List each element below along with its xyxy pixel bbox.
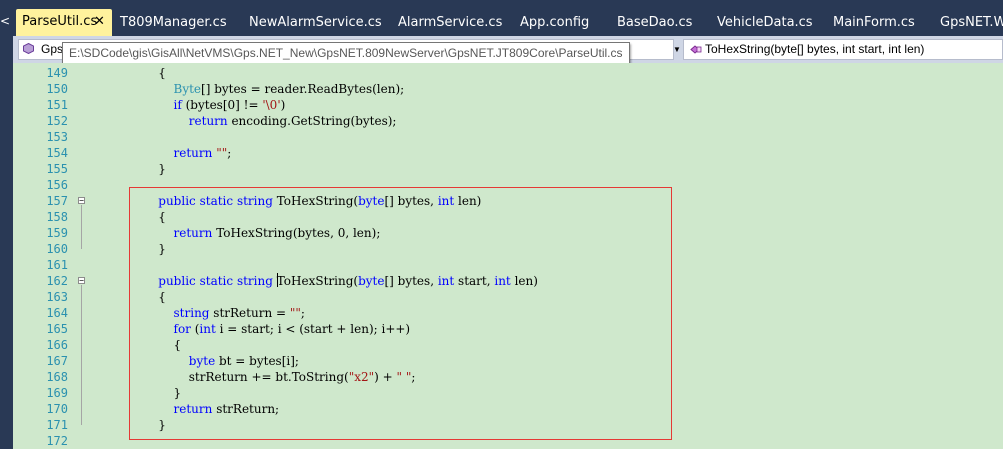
member-dropdown[interactable]: ToHexString(byte[] bytes, int start, int… [683, 39, 1003, 60]
close-icon[interactable]: ✕ [94, 9, 105, 35]
code-token: '\0' [262, 98, 281, 112]
member-dropdown-label: ToHexString(byte[] bytes, int start, int… [705, 42, 925, 56]
tab-app-config[interactable]: App.config [520, 10, 589, 35]
tab-vehicledata[interactable]: VehicleData.cs [717, 10, 813, 35]
code-token: encoding.GetString(bytes); [227, 114, 397, 128]
code-line[interactable]: 149 { [13, 65, 1003, 81]
tab-newalarmservice[interactable]: NewAlarmService.cs [249, 10, 382, 35]
line-number: 163 [46, 290, 68, 304]
code-line[interactable]: 152 return encoding.GetString(bytes); [13, 113, 1003, 129]
code-text: if (bytes[0] != '\0') [143, 97, 286, 113]
tab-gpsnet-web[interactable]: GpsNET.We [940, 10, 1003, 35]
code-token: ; [227, 146, 232, 160]
line-number: 169 [46, 386, 68, 400]
tab-alarmservice[interactable]: AlarmService.cs [398, 10, 502, 35]
tab-scroll-left-icon[interactable]: < [0, 10, 10, 32]
code-text: return ""; [143, 145, 232, 161]
code-line[interactable]: 154 return ""; [13, 145, 1003, 161]
line-number: 158 [46, 210, 68, 224]
fold-guide [81, 285, 82, 425]
line-number: 152 [46, 114, 68, 128]
line-number: 160 [46, 242, 68, 256]
code-token: { [143, 66, 166, 80]
code-token: return [173, 146, 213, 160]
code-line[interactable]: 151 if (bytes[0] != '\0') [13, 97, 1003, 113]
line-number: 153 [46, 130, 68, 144]
tab-basedao[interactable]: BaseDao.cs [617, 10, 692, 35]
line-number: 159 [46, 226, 68, 240]
fold-guide [81, 205, 82, 249]
line-number: 168 [46, 370, 68, 384]
code-text: } [143, 161, 166, 177]
file-path-tooltip: E:\SDCode\gis\GisAll\NetVMS\Gps.NET_New\… [62, 42, 630, 65]
document-tab-strip: < ParseUtil.cs ✕ T809Manager.cs NewAlarm… [0, 0, 1003, 36]
chevron-down-icon[interactable]: ▼ [671, 39, 683, 60]
line-number: 170 [46, 402, 68, 416]
code-line[interactable]: 150 Byte[] bytes = reader.ReadBytes(len)… [13, 81, 1003, 97]
class-icon [23, 43, 34, 54]
code-token: Byte [173, 82, 202, 96]
highlight-box [129, 187, 672, 440]
line-number: 161 [46, 258, 68, 272]
line-number: 164 [46, 306, 68, 320]
line-number: 151 [46, 98, 68, 112]
code-token: (bytes[0] != [181, 98, 263, 112]
line-number: 167 [46, 354, 68, 368]
collapse-icon[interactable]: − [78, 277, 85, 285]
code-token: [] bytes = reader.ReadBytes(len); [201, 82, 405, 96]
method-icon [690, 45, 702, 54]
line-number: 157 [46, 194, 68, 208]
tab-label: ParseUtil.cs [22, 14, 98, 29]
line-number: 171 [46, 418, 68, 432]
line-number: 172 [46, 434, 68, 448]
tab-parseutil[interactable]: ParseUtil.cs ✕ [16, 9, 112, 36]
code-token: "" [216, 146, 228, 160]
code-token: } [143, 162, 166, 176]
line-number: 156 [46, 178, 68, 192]
code-text: return encoding.GetString(bytes); [143, 113, 397, 129]
code-text: { [143, 65, 166, 81]
line-number: 162 [46, 274, 68, 288]
tab-mainform[interactable]: MainForm.cs [833, 10, 915, 35]
collapse-icon[interactable]: − [78, 197, 85, 205]
line-number: 149 [46, 66, 68, 80]
code-line[interactable]: 153 [13, 129, 1003, 145]
code-line[interactable]: 155 } [13, 161, 1003, 177]
line-number: 165 [46, 322, 68, 336]
line-number: 150 [46, 82, 68, 96]
line-number: 166 [46, 338, 68, 352]
code-editor[interactable]: 149 {150 Byte[] bytes = reader.ReadBytes… [13, 63, 1003, 449]
code-token: return [188, 114, 228, 128]
code-text: Byte[] bytes = reader.ReadBytes(len); [143, 81, 405, 97]
code-token: if [173, 98, 182, 112]
line-number: 155 [46, 162, 68, 176]
code-token: ) [280, 98, 286, 112]
type-dropdown-label: Gps [41, 42, 64, 56]
tab-t809manager[interactable]: T809Manager.cs [120, 10, 227, 35]
line-number: 154 [46, 146, 68, 160]
